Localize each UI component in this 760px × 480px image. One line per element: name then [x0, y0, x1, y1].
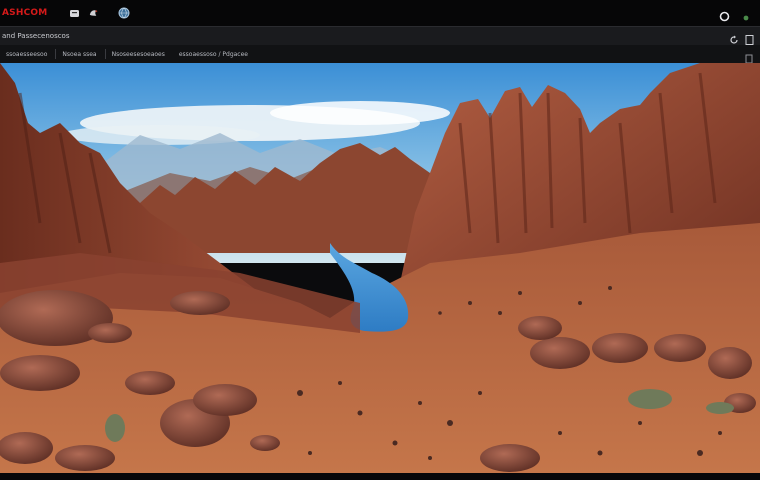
bookmarks-bar: ssoaesseesoo Nsoea ssea Nsoseesesoeaoes …: [0, 45, 760, 64]
app-brand[interactable]: ASHCOM: [2, 8, 60, 18]
dot-icon[interactable]: [742, 7, 750, 26]
bookmark-divider: [104, 49, 106, 59]
bookmark-3[interactable]: Nsoseesesoeaoes: [110, 50, 167, 59]
app-icon[interactable]: [68, 7, 80, 19]
title-bar-actions: [719, 7, 750, 26]
globe-icon[interactable]: [118, 7, 130, 19]
bookmark-divider: [55, 49, 57, 59]
browser-window: ASHCOM and Passecenoscos ssoaesseesoo Ns…: [0, 0, 760, 480]
bookmark-1[interactable]: ssoaesseesoo: [4, 50, 49, 59]
bottom-edge: [0, 473, 760, 480]
bookmarks-menu-icon[interactable]: [744, 49, 754, 64]
canyon-landscape-image: [0, 63, 760, 473]
bird-icon[interactable]: [88, 7, 100, 19]
shield-icon[interactable]: [719, 7, 730, 26]
cloud: [270, 101, 450, 125]
bookmark-2[interactable]: Nsoea ssea: [60, 50, 98, 59]
address-bar[interactable]: and Passecenoscos: [0, 26, 760, 46]
bookmark-4[interactable]: essoaessoso / Pdgacee: [177, 50, 250, 59]
content-viewport[interactable]: [0, 63, 760, 473]
title-bar: ASHCOM: [0, 0, 760, 26]
address-text[interactable]: and Passecenoscos: [2, 32, 70, 40]
